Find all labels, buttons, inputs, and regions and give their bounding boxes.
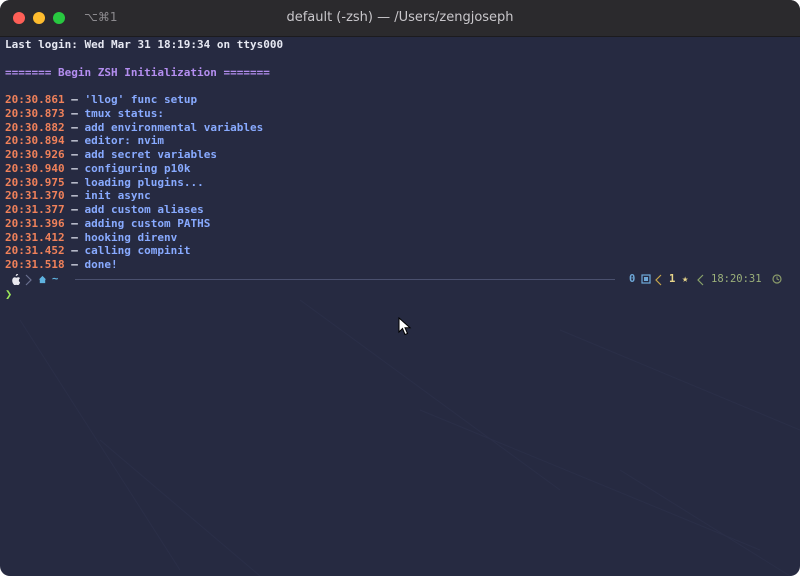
- chevron-left-icon: [655, 274, 662, 286]
- prompt-rule: [75, 279, 615, 280]
- log-line: 20:30.894 – editor: nvim: [5, 134, 795, 148]
- log-separator: –: [71, 120, 78, 134]
- log-message: configuring p10k: [84, 161, 191, 175]
- log-timestamp: 20:30.882: [5, 120, 65, 134]
- log-separator: –: [71, 203, 78, 216]
- cwd-label: ~: [52, 273, 59, 285]
- log-timestamp: 20:30.861: [5, 93, 65, 106]
- chevron-right-icon: [25, 274, 32, 286]
- log-separator: –: [71, 230, 78, 244]
- log-separator: –: [71, 93, 78, 106]
- log-timestamp: 20:31.396: [5, 216, 65, 230]
- log-line: 20:31.377 – add custom aliases: [5, 203, 795, 217]
- log-timestamp: 20:31.518: [5, 258, 65, 271]
- log-timestamp: 20:30.975: [5, 175, 65, 189]
- init-log: 20:30.861 – 'llog' func setup 20:30.873 –…: [5, 93, 795, 272]
- prompt-status-line: ~ 0 1 ★ 18:20:31: [0, 273, 800, 287]
- log-timestamp: 20:30.926: [5, 148, 65, 161]
- log-line: 20:31.370 – init async: [5, 189, 795, 203]
- title-bar[interactable]: ⌥⌘1 default (-zsh) — /Users/zengjoseph: [0, 0, 800, 37]
- clock-icon: [772, 274, 782, 284]
- log-timestamp: 20:31.452: [5, 244, 65, 258]
- log-message: 'llog' func setup: [84, 93, 198, 106]
- log-separator: –: [71, 134, 78, 148]
- log-message: tmux status:: [84, 106, 164, 120]
- prompt-time: 18:20:31: [711, 273, 762, 285]
- log-message: editor: nvim: [84, 134, 164, 148]
- log-line: 20:31.396 – adding custom PATHS: [5, 217, 795, 231]
- log-timestamp: 20:31.377: [5, 203, 65, 216]
- log-timestamp: 20:30.894: [5, 134, 65, 148]
- log-separator: –: [71, 106, 78, 120]
- log-timestamp: 20:31.370: [5, 189, 65, 203]
- window-title: default (-zsh) — /Users/zengjoseph: [286, 10, 514, 25]
- log-line: 20:30.975 – loading plugins...: [5, 176, 795, 190]
- stars-count: 1: [669, 273, 676, 285]
- star-icon: ★: [682, 273, 689, 285]
- log-line: 20:30.940 – configuring p10k: [5, 162, 795, 176]
- log-separator: –: [71, 161, 78, 175]
- log-separator: –: [71, 175, 78, 189]
- log-timestamp: 20:30.940: [5, 161, 65, 175]
- log-separator: –: [71, 258, 78, 271]
- log-separator: –: [71, 216, 78, 230]
- prompt-char[interactable]: ❯: [5, 287, 12, 301]
- log-line: 20:31.518 – done!: [5, 258, 795, 272]
- apple-icon: [12, 274, 21, 285]
- home-icon: [38, 275, 47, 284]
- log-message: init async: [84, 189, 151, 203]
- log-timestamp: 20:31.412: [5, 230, 65, 244]
- log-separator: –: [71, 189, 78, 203]
- last-login-line: Last login: Wed Mar 31 18:19:34 on ttys0…: [5, 38, 284, 51]
- log-message: add secret variables: [84, 148, 217, 161]
- log-separator: –: [71, 148, 78, 161]
- terminal-window: ⌥⌘1 default (-zsh) — /Users/zengjoseph L…: [0, 0, 800, 576]
- log-line: 20:31.412 – hooking direnv: [5, 231, 795, 245]
- log-timestamp: 20:30.873: [5, 106, 65, 120]
- log-line: 20:30.926 – add secret variables: [5, 148, 795, 162]
- log-message: add environmental variables: [84, 120, 264, 134]
- log-message: loading plugins...: [84, 175, 204, 189]
- log-message: adding custom PATHS: [84, 216, 211, 230]
- chevron-left-icon: [697, 274, 704, 286]
- mouse-cursor-icon: [398, 317, 412, 336]
- init-banner: ======= Begin ZSH Initialization =======: [5, 65, 270, 79]
- log-message: hooking direnv: [84, 230, 178, 244]
- log-line: 20:30.861 – 'llog' func setup: [5, 93, 795, 107]
- log-message: done!: [84, 258, 118, 271]
- jobs-count: 0: [629, 273, 636, 285]
- log-line: 20:30.873 – tmux status:: [5, 107, 795, 121]
- log-message: add custom aliases: [84, 203, 204, 216]
- log-line: 20:31.452 – calling compinit: [5, 244, 795, 258]
- terminal-output[interactable]: Last login: Wed Mar 31 18:19:34 on ttys0…: [5, 38, 795, 272]
- log-message: calling compinit: [84, 244, 191, 258]
- jobs-icon: [641, 274, 651, 284]
- log-line: 20:30.882 – add environmental variables: [5, 121, 795, 135]
- log-separator: –: [71, 244, 78, 258]
